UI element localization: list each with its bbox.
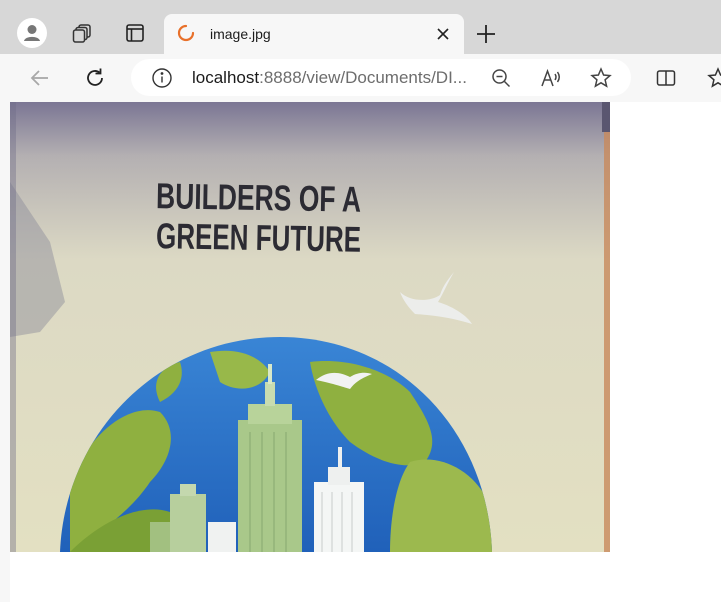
url-text[interactable]: localhost:8888/view/Documents/DI... [192, 68, 482, 88]
read-aloud-icon[interactable] [540, 67, 562, 89]
workspaces-icon[interactable] [66, 17, 98, 49]
split-screen-icon [656, 70, 676, 86]
displayed-image: BUILDERS OF A GREEN FUTURE [10, 102, 610, 552]
info-icon[interactable] [151, 67, 173, 89]
star-icon[interactable] [590, 67, 612, 89]
favorites-icon [707, 67, 721, 88]
split-screen-button[interactable] [652, 64, 680, 92]
tab-strip: image.jpg [0, 0, 721, 54]
vertical-tabs-icon[interactable] [119, 17, 151, 49]
tab-active[interactable]: image.jpg [164, 14, 464, 54]
address-bar[interactable]: localhost:8888/view/Documents/DI... [131, 59, 631, 96]
headline-line-2: GREEN FUTURE [156, 215, 362, 260]
plus-icon [477, 25, 495, 43]
loading-spinner-icon [177, 24, 195, 42]
back-arrow-icon [30, 70, 48, 86]
refresh-icon [87, 68, 103, 86]
favorites-button[interactable] [704, 64, 721, 92]
viewport-left-edge [0, 102, 10, 602]
new-tab-button[interactable] [472, 20, 500, 48]
url-host: localhost [192, 68, 260, 87]
profile-icon[interactable] [16, 17, 48, 49]
headline-line-1: BUILDERS OF A [156, 175, 362, 220]
back-button[interactable] [26, 64, 54, 92]
url-path: :8888/view/Documents/DI... [259, 68, 467, 87]
navigation-toolbar: localhost:8888/view/Documents/DI... [0, 54, 721, 102]
zoom-out-icon[interactable] [490, 67, 512, 89]
close-icon[interactable] [434, 25, 452, 43]
refresh-button[interactable] [81, 64, 109, 92]
tab-title: image.jpg [210, 26, 271, 42]
